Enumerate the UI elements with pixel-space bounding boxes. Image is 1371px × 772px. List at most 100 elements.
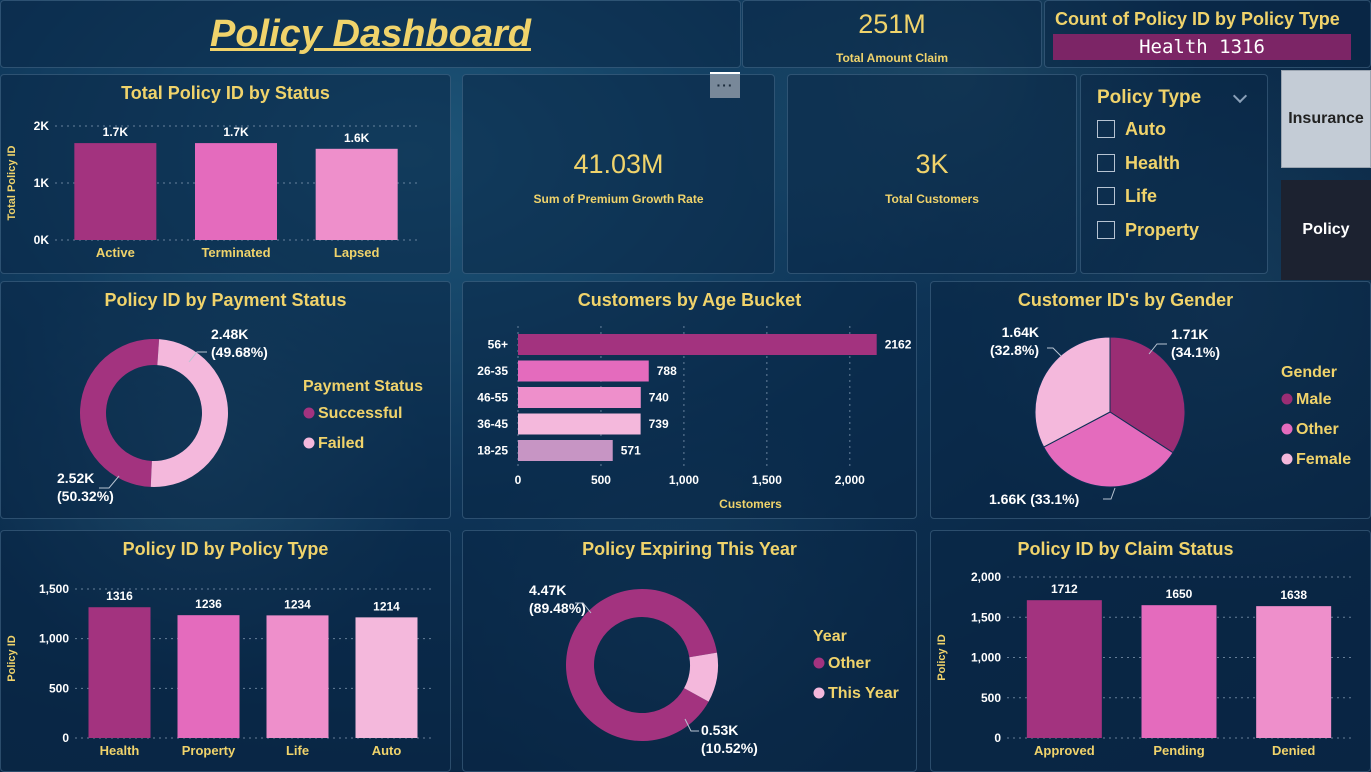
bar	[518, 440, 613, 461]
bar	[88, 607, 151, 738]
kpi-value: 3K	[915, 149, 949, 179]
age-bar-chart: 0 500 1,000 1,500 2,000 Customers 56+ 2162 26-35…	[477, 326, 912, 511]
legend-label: Other	[1296, 421, 1339, 438]
bar	[266, 615, 329, 738]
x-tick-label: Terminated	[201, 245, 270, 260]
insurance-nav-button[interactable]: Insurance	[1281, 70, 1371, 168]
legend-title: Gender	[1281, 364, 1337, 381]
x-tick-label: Pending	[1153, 743, 1204, 758]
data-label: 1.71K	[1171, 326, 1208, 342]
header-panel: Policy Dashboard	[0, 0, 741, 68]
data-label: 2162	[885, 338, 912, 352]
ptype-chart-panel: Policy ID by Policy Type 0 500 1,000 1,500 P…	[0, 530, 451, 772]
gender-chart-panel: Customer ID's by Gender 1.71K (34.1%) 1.66…	[930, 281, 1371, 519]
checkbox[interactable]	[1097, 221, 1115, 239]
y-tick-label: 56+	[488, 338, 508, 352]
data-label: (10.52%)	[701, 740, 758, 756]
checkbox[interactable]	[1097, 187, 1115, 205]
data-label: 739	[649, 417, 669, 431]
gender-pie-chart: 1.71K (34.1%) 1.66K (33.1%) 1.64K (32.8%) Gen…	[989, 324, 1351, 507]
x-tick-label: Denied	[1272, 743, 1315, 758]
expiring-donut-chart: 4.47K (89.48%) 0.53K (10.52%) Year Other This …	[529, 582, 899, 756]
claim-bar-chart: 0 500 1,000 1,500 2,000 Policy ID 1712 Approved…	[936, 570, 1351, 758]
legend-label: Female	[1296, 451, 1351, 468]
kpi-value: 41.03M	[573, 149, 664, 179]
data-label: 788	[657, 364, 677, 378]
data-label: 1234	[284, 597, 311, 611]
y-tick-label: 0	[994, 731, 1001, 745]
x-axis-label: Customers	[719, 497, 782, 511]
bar	[1141, 605, 1217, 738]
chevron-down-icon[interactable]	[1232, 88, 1248, 104]
checkbox[interactable]	[1097, 154, 1115, 172]
kpi-label: Total Customers	[885, 192, 979, 206]
x-tick-label: Property	[182, 743, 236, 758]
data-label: 2.52K	[57, 470, 94, 486]
legend-label: This Year	[828, 685, 899, 702]
legend-marker	[1281, 423, 1293, 435]
bar	[1256, 606, 1332, 738]
legend-label: Successful	[318, 405, 402, 422]
x-tick-label: 500	[591, 473, 611, 487]
data-label: 1.6K	[344, 131, 370, 145]
leader-line	[1047, 347, 1062, 357]
slicer-title: Policy Type	[1097, 87, 1202, 108]
policy-nav-button[interactable]: Policy	[1281, 180, 1371, 280]
y-axis-label: Total Policy ID	[6, 145, 18, 220]
slicer-item-auto[interactable]: Auto	[1097, 117, 1166, 141]
slicer-item-label: Life	[1125, 185, 1158, 206]
checkbox[interactable]	[1097, 120, 1115, 138]
x-tick-label: 1,000	[669, 473, 699, 487]
slicer-item-property[interactable]: Property	[1097, 218, 1199, 242]
slicer-item-label: Property	[1125, 219, 1200, 240]
policy-type-slicer: Policy Type Auto Health Life Property	[1080, 74, 1268, 274]
x-tick-label: 2,000	[835, 473, 865, 487]
data-label: (34.1%)	[1171, 344, 1220, 360]
data-label: (49.68%)	[211, 344, 268, 360]
data-label: 740	[649, 391, 669, 405]
y-tick-label: 26-35	[477, 364, 508, 378]
y-tick-label: 500	[49, 681, 69, 695]
y-tick-label: 18-25	[477, 444, 508, 458]
expiring-chart-panel: Policy Expiring This Year 4.47K (89.48%) 0…	[462, 530, 917, 772]
bar	[315, 148, 398, 240]
bar	[518, 360, 649, 382]
slice	[80, 339, 160, 487]
y-tick-label: 2K	[34, 119, 50, 133]
payment-chart-panel: Policy ID by Payment Status 2.52K (50.32%…	[0, 281, 451, 519]
data-label: 1.7K	[223, 125, 249, 139]
data-label: 1214	[373, 599, 400, 613]
kpi-label: Total Amount Claim	[836, 51, 948, 65]
data-label: (50.32%)	[57, 488, 114, 504]
legend-label: Failed	[318, 435, 364, 452]
legend-marker	[813, 657, 825, 669]
x-tick-label: 1,500	[752, 473, 782, 487]
legend-marker	[813, 687, 825, 699]
kpi-premium-growth: 41.03M Sum of Premium Growth Rate	[462, 74, 775, 274]
bar	[355, 617, 418, 738]
data-label: 1.7K	[103, 125, 129, 139]
payment-donut-chart: 2.52K (50.32%) 2.48K (49.68%) Payment Status…	[57, 326, 423, 504]
y-tick-label: 1K	[34, 176, 50, 190]
slicer-item-health[interactable]: Health	[1097, 151, 1180, 175]
legend-title: Year	[813, 628, 847, 645]
data-label: 1236	[195, 597, 222, 611]
y-tick-label: 1,000	[971, 651, 1001, 665]
data-label: 1.64K	[1002, 324, 1039, 340]
card-value: Health 1316	[1053, 34, 1351, 60]
kpi-value: 251M	[858, 9, 926, 39]
bar	[518, 334, 877, 355]
y-tick-label: 0K	[34, 233, 50, 247]
slicer-item-life[interactable]: Life	[1097, 184, 1157, 208]
y-tick-label: 0	[62, 731, 69, 745]
y-tick-label: 1,000	[39, 632, 69, 646]
legend-label: Male	[1296, 391, 1332, 408]
data-label: 1650	[1166, 587, 1193, 601]
x-tick-label: Life	[286, 743, 309, 758]
y-tick-label: 36-45	[477, 417, 508, 431]
kpi-total-amount-claim: 251M Total Amount Claim	[742, 0, 1042, 68]
x-tick-label: Auto	[372, 743, 402, 758]
x-tick-label: Lapsed	[334, 245, 380, 260]
slicer-item-label: Health	[1125, 152, 1181, 173]
legend-marker	[303, 407, 315, 419]
